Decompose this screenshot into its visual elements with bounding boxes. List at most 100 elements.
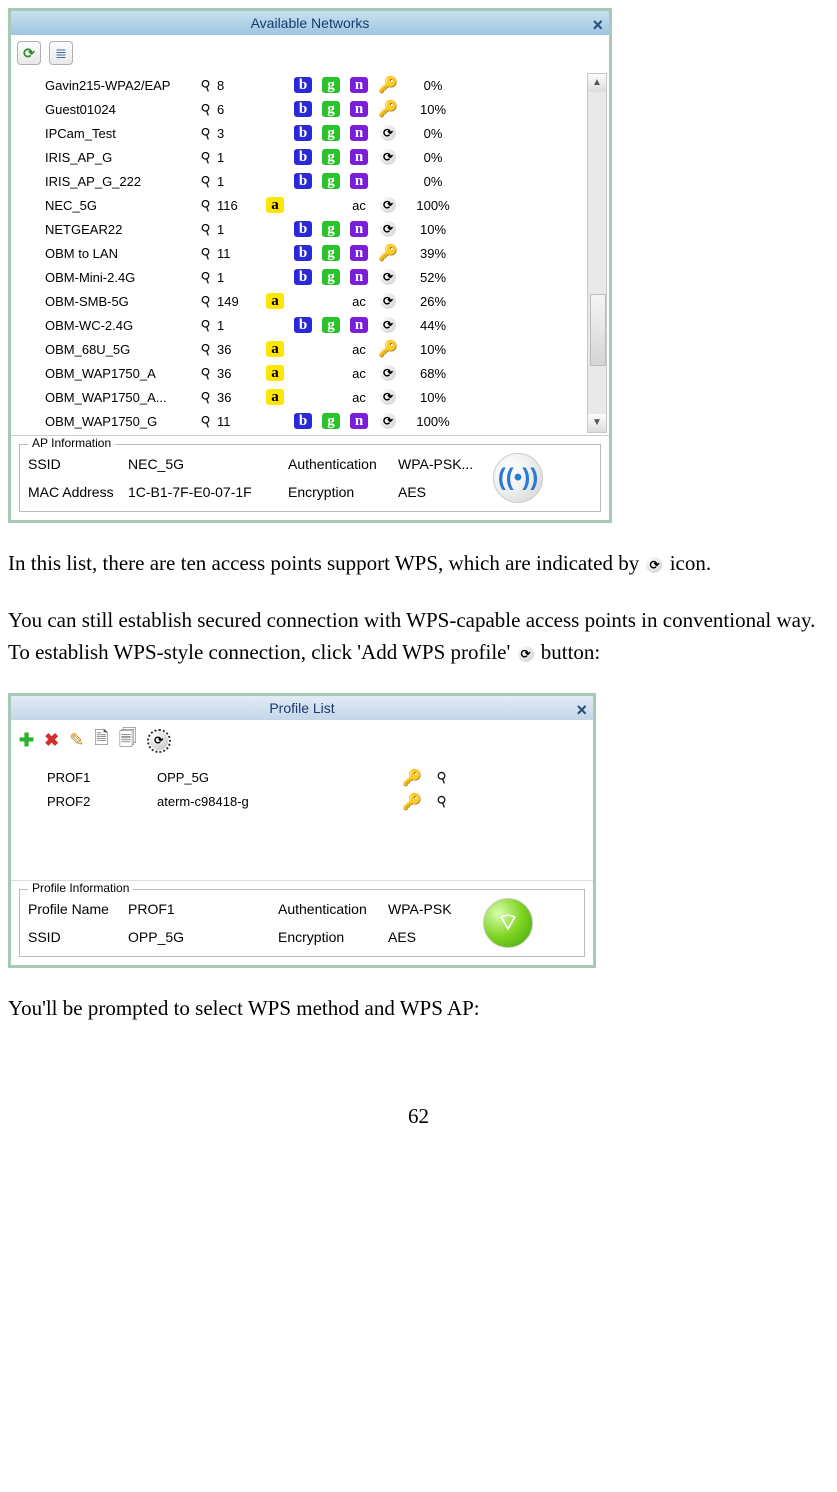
import-button[interactable]: 🗎 <box>94 726 108 756</box>
channel: 36 <box>217 366 261 381</box>
label-enc: Encryption <box>288 484 398 500</box>
security-icon: ⟳ <box>373 125 403 141</box>
key-icon: 🔑 <box>397 768 427 788</box>
delete-button[interactable]: ✖ <box>44 730 59 751</box>
std-n: ac <box>345 390 373 405</box>
network-row[interactable]: OBM-SMB-5G⚲149aac⟳26% <box>17 289 581 313</box>
channel: 11 <box>217 246 261 261</box>
network-row[interactable]: IPCam_Test⚲3bgn⟳0% <box>17 121 581 145</box>
std-n: n <box>345 221 373 237</box>
std-g: g <box>317 245 345 261</box>
body-paragraph-1: In this list, there are ten access point… <box>8 547 829 580</box>
profile-toolbar: ✚ ✖ ✎ 🗎 🗐 ⟳ <box>11 720 593 758</box>
edit-button[interactable]: ✎ <box>69 730 84 751</box>
profile-ssid: OPP_5G <box>157 770 397 785</box>
close-icon[interactable]: × <box>592 13 603 37</box>
std-n: ac <box>345 198 373 213</box>
scroll-down-icon[interactable]: ▼ <box>588 414 606 432</box>
refresh-button[interactable]: ⟳ <box>17 41 41 65</box>
std-b: b <box>289 413 317 429</box>
value-ssid: NEC_5G <box>128 456 288 472</box>
network-row[interactable]: OBM_68U_5G⚲36aac🔑10% <box>17 337 581 361</box>
network-row[interactable]: OBM_WAP1750_A...⚲36aac⟳10% <box>17 385 581 409</box>
scrollbar[interactable]: ▲ ▼ <box>587 73 607 433</box>
std-n: n <box>345 101 373 117</box>
channel: 1 <box>217 150 261 165</box>
scroll-up-icon[interactable]: ▲ <box>588 74 606 92</box>
titlebar: Profile List × <box>11 696 593 720</box>
ap-info-legend: AP Information <box>28 436 115 450</box>
network-ssid: OBM-SMB-5G <box>17 294 195 309</box>
channel: 1 <box>217 174 261 189</box>
std-a: a <box>261 365 289 381</box>
value-auth: WPA-PSK <box>388 901 478 917</box>
available-networks-window: Available Networks × ⟳ ≣ Gavin215-WPA2/E… <box>8 8 612 523</box>
channel: 1 <box>217 318 261 333</box>
std-b: b <box>289 269 317 285</box>
network-ssid: IPCam_Test <box>17 126 195 141</box>
security-icon: ⟳ <box>373 197 403 213</box>
value-enc: AES <box>398 484 488 500</box>
std-g: g <box>317 221 345 237</box>
security-icon: ⟳ <box>373 317 403 333</box>
wps-icon: ⟳ <box>380 389 396 405</box>
refresh-icon: ⟳ <box>23 45 35 61</box>
wps-icon: ⟳ <box>380 125 396 141</box>
security-icon: ⟳ <box>373 149 403 165</box>
network-row[interactable]: NETGEAR22⚲1bgn⟳10% <box>17 217 581 241</box>
std-b: b <box>289 173 317 189</box>
security-icon: 🔑 <box>373 99 403 119</box>
std-g: g <box>317 173 345 189</box>
network-ssid: OBM_WAP1750_A <box>17 366 195 381</box>
signal-percent: 0% <box>403 150 463 165</box>
scroll-thumb[interactable] <box>590 294 606 366</box>
std-n: n <box>345 317 373 333</box>
network-ssid: Guest01024 <box>17 102 195 117</box>
std-n: n <box>345 125 373 141</box>
network-row[interactable]: Gavin215-WPA2/EAP⚲8bgn🔑0% <box>17 73 581 97</box>
export-button[interactable]: 🗐 <box>119 726 137 756</box>
add-button[interactable]: ✚ <box>19 730 34 751</box>
signal-icon: ⚲ <box>195 197 217 214</box>
network-row[interactable]: OBM-Mini-2.4G⚲1bgn⟳52% <box>17 265 581 289</box>
channel: 3 <box>217 126 261 141</box>
profile-row[interactable]: PROF1OPP_5G🔑⚲ <box>17 766 587 790</box>
network-row[interactable]: IRIS_AP_G_222⚲1bgn0% <box>17 169 581 193</box>
list-view-button[interactable]: ≣ <box>49 41 73 65</box>
network-ssid: OBM to LAN <box>17 246 195 261</box>
value-profile-name: PROF1 <box>128 901 278 917</box>
body-paragraph-3: You'll be prompted to select WPS method … <box>8 992 829 1025</box>
network-row[interactable]: OBM_WAP1750_G⚲11bgn⟳100% <box>17 409 581 433</box>
channel: 1 <box>217 270 261 285</box>
toolbar: ⟳ ≣ <box>11 35 609 71</box>
wps-icon: ⟳ <box>380 365 396 381</box>
network-ssid: OBM_WAP1750_A... <box>17 390 195 405</box>
network-row[interactable]: IRIS_AP_G⚲1bgn⟳0% <box>17 145 581 169</box>
signal-icon: ⚲ <box>195 365 217 382</box>
signal-percent: 0% <box>403 174 463 189</box>
network-row[interactable]: OBM_WAP1750_A⚲36aac⟳68% <box>17 361 581 385</box>
close-icon[interactable]: × <box>576 698 587 722</box>
network-ssid: OBM_68U_5G <box>17 342 195 357</box>
signal-icon: ⚲ <box>195 77 217 94</box>
value-enc: AES <box>388 929 478 945</box>
network-row[interactable]: OBM-WC-2.4G⚲1bgn⟳44% <box>17 313 581 337</box>
wps-icon: ⟳ <box>518 646 534 662</box>
value-auth: WPA-PSK... <box>398 456 488 472</box>
signal-percent: 68% <box>403 366 463 381</box>
network-row[interactable]: OBM to LAN⚲11bgn🔑39% <box>17 241 581 265</box>
network-row[interactable]: Guest01024⚲6bgn🔑10% <box>17 97 581 121</box>
wps-icon: ⟳ <box>380 293 396 309</box>
key-icon: 🔑 <box>378 101 398 118</box>
network-row[interactable]: NEC_5G⚲116aac⟳100% <box>17 193 581 217</box>
network-ssid: IRIS_AP_G <box>17 150 195 165</box>
wifi-active-icon: ⌔ <box>483 898 533 948</box>
label-auth: Authentication <box>278 901 388 917</box>
add-wps-profile-button[interactable]: ⟳ <box>147 729 171 753</box>
signal-icon: ⚲ <box>195 173 217 190</box>
profile-row[interactable]: PROF2aterm-c98418-g🔑⚲ <box>17 790 587 814</box>
security-icon: 🔑 <box>373 75 403 95</box>
signal-percent: 0% <box>403 78 463 93</box>
profile-list: PROF1OPP_5G🔑⚲PROF2aterm-c98418-g🔑⚲ <box>11 758 593 881</box>
profile-ssid: aterm-c98418-g <box>157 794 397 809</box>
